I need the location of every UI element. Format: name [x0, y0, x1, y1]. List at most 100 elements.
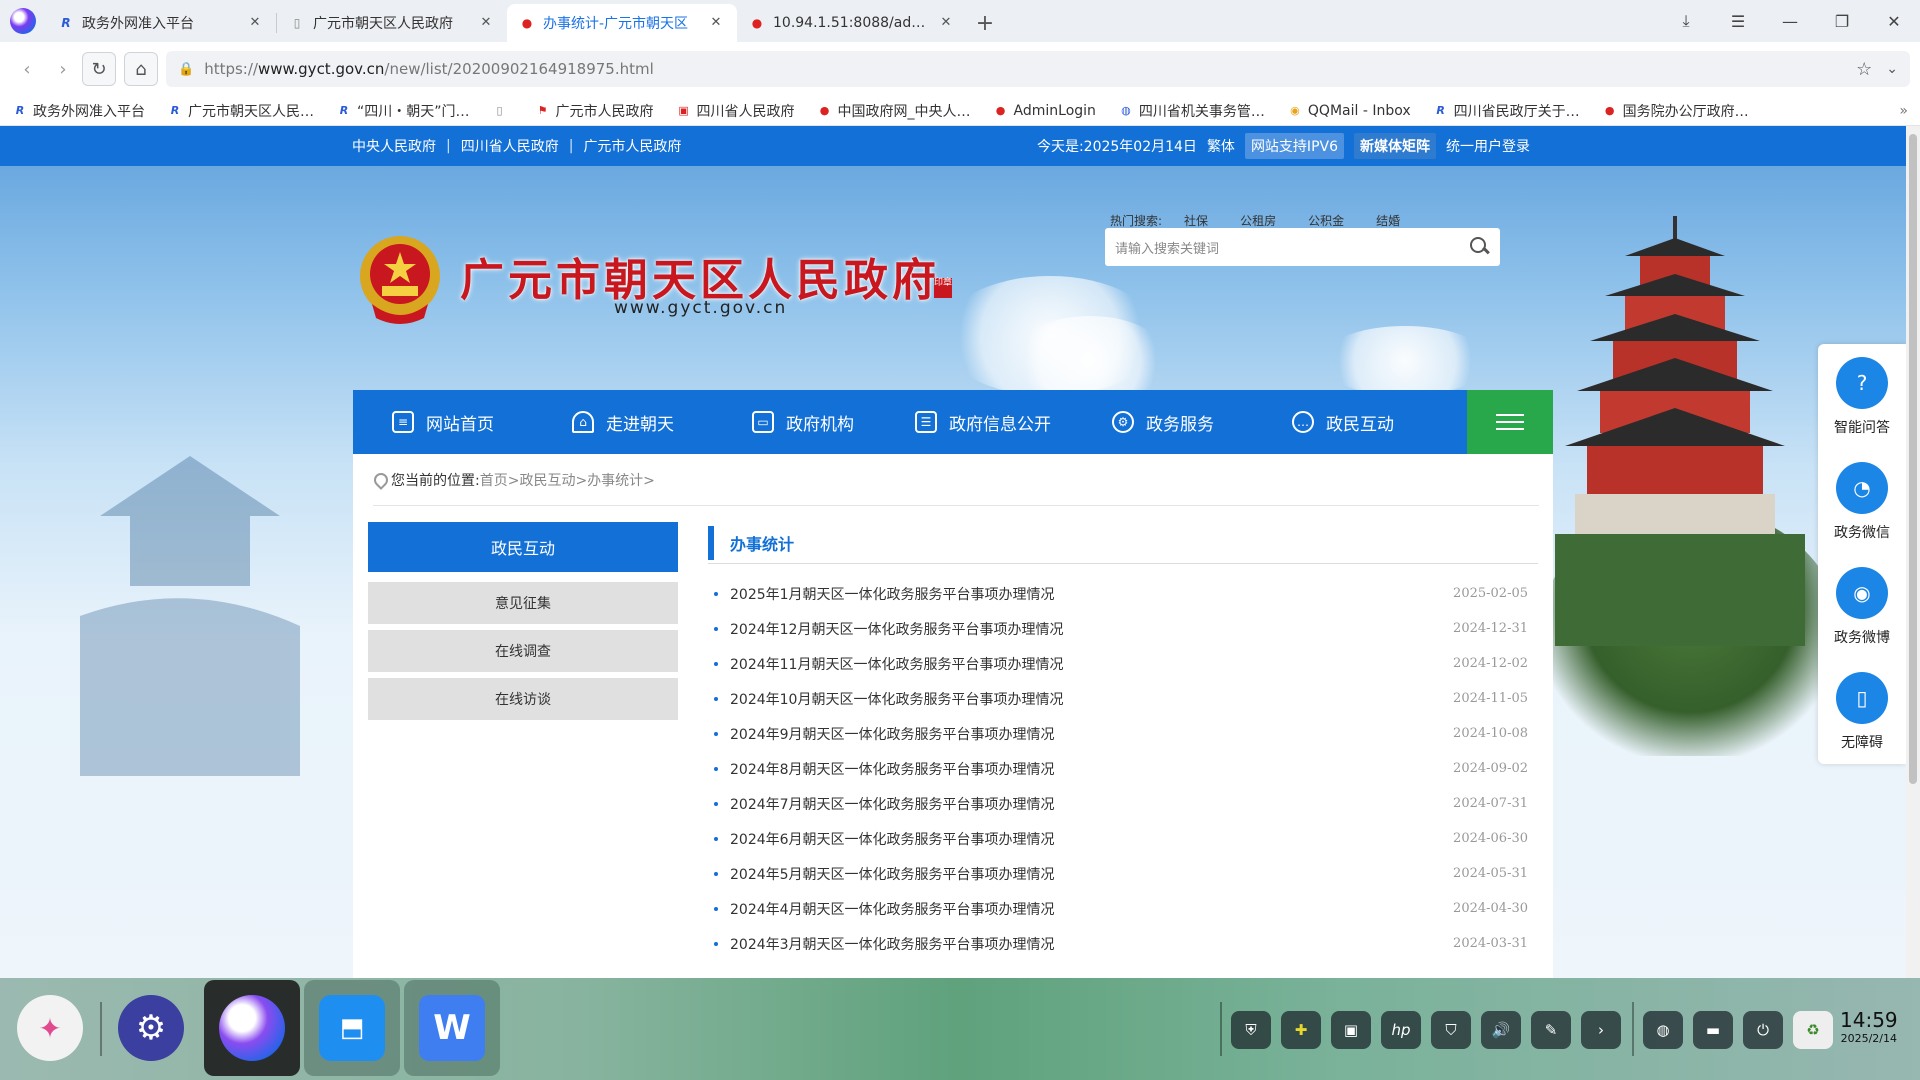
page-scrollbar[interactable]: [1906, 126, 1920, 978]
hot-term[interactable]: 社保: [1184, 212, 1208, 229]
back-icon[interactable]: ‹: [10, 52, 44, 86]
download-icon[interactable]: ⤓: [1660, 11, 1712, 31]
input-method-icon[interactable]: ✚: [1281, 1011, 1321, 1049]
list-item[interactable]: 2024年10月朝天区一体化政务服务平台事项办理情况 2024-11-05: [708, 681, 1538, 716]
browser-logo-icon[interactable]: [0, 0, 46, 42]
article-title[interactable]: 2024年12月朝天区一体化政务服务平台事项办理情况: [730, 619, 1453, 639]
reload-icon[interactable]: ↻: [82, 52, 116, 86]
shield-icon[interactable]: ⛉: [1431, 1011, 1471, 1049]
trash-icon[interactable]: ♻: [1793, 1011, 1833, 1049]
hot-term[interactable]: 公积金: [1308, 212, 1344, 229]
search-icon[interactable]: [1468, 236, 1490, 258]
list-item[interactable]: 2024年4月朝天区一体化政务服务平台事项办理情况 2024-04-30: [708, 891, 1538, 926]
link-central-gov[interactable]: 中央人民政府: [352, 136, 436, 156]
hot-term[interactable]: 公租房: [1240, 212, 1276, 229]
bookmark-star-icon[interactable]: ☆: [1856, 59, 1872, 80]
user-login-link[interactable]: 统一用户登录: [1446, 136, 1530, 156]
network-globe-icon[interactable]: ◍: [1643, 1011, 1683, 1049]
app-tray-icon[interactable]: ▣: [1331, 1011, 1371, 1049]
nav-about[interactable]: ⌂ 走进朝天: [533, 390, 713, 454]
list-item[interactable]: 2024年9月朝天区一体化政务服务平台事项办理情况 2024-10-08: [708, 716, 1538, 751]
home-icon[interactable]: ⌂: [124, 52, 158, 86]
article-title[interactable]: 2024年11月朝天区一体化政务服务平台事项办理情况: [730, 654, 1453, 674]
float-item-weibo[interactable]: ◉ 政务微博: [1818, 554, 1906, 659]
minimize-icon[interactable]: —: [1764, 12, 1816, 31]
article-title[interactable]: 2024年7月朝天区一体化政务服务平台事项办理情况: [730, 794, 1453, 814]
security-shield-icon[interactable]: ⛨: [1231, 1011, 1271, 1049]
bookmark-item[interactable]: ● AdminLogin: [993, 103, 1096, 119]
close-icon[interactable]: ✕: [477, 14, 495, 32]
search-input[interactable]: 请输入搜索关键词: [1115, 238, 1468, 257]
article-title[interactable]: 2024年3月朝天区一体化政务服务平台事项办理情况: [730, 934, 1453, 954]
list-item[interactable]: 2024年6月朝天区一体化政务服务平台事项办理情况 2024-06-30: [708, 821, 1538, 856]
breadcrumb-path[interactable]: 首页>政民互动>办事统计>: [480, 470, 655, 490]
dock-app-wps-writer[interactable]: W: [404, 980, 500, 1076]
bookmark-item[interactable]: R “四川・朝天”门…: [336, 101, 470, 121]
article-title[interactable]: 2024年6月朝天区一体化政务服务平台事项办理情况: [730, 829, 1453, 849]
nav-home[interactable]: ≡ 网站首页: [353, 390, 533, 454]
hamburger-menu-icon[interactable]: [1467, 390, 1553, 454]
launcher-button[interactable]: ✦: [2, 980, 98, 1076]
list-item[interactable]: 2024年7月朝天区一体化政务服务平台事项办理情况 2024-07-31: [708, 786, 1538, 821]
national-emblem-icon[interactable]: [358, 234, 442, 324]
float-item-accessibility[interactable]: ▯ 无障碍: [1818, 659, 1906, 764]
list-item[interactable]: 2024年5月朝天区一体化政务服务平台事项办理情况 2024-05-31: [708, 856, 1538, 891]
keyboard-icon[interactable]: ▬: [1693, 1011, 1733, 1049]
link-sichuan-gov[interactable]: 四川省人民政府: [461, 136, 559, 156]
bookmark-item[interactable]: ⚑ 广元市人民政府: [535, 101, 654, 121]
article-title[interactable]: 2024年8月朝天区一体化政务服务平台事项办理情况: [730, 759, 1453, 779]
bookmark-item[interactable]: ● 中国政府网_中央人…: [817, 101, 971, 121]
bookmark-item[interactable]: R 广元市朝天区人民…: [167, 101, 314, 121]
article-title[interactable]: 2025年1月朝天区一体化政务服务平台事项办理情况: [730, 584, 1453, 604]
sidebar-item-opinions[interactable]: 意见征集: [368, 582, 678, 624]
list-item[interactable]: 2025年1月朝天区一体化政务服务平台事项办理情况 2025-02-05: [708, 576, 1538, 611]
volume-icon[interactable]: 🔊: [1481, 1011, 1521, 1049]
article-title[interactable]: 2024年4月朝天区一体化政务服务平台事项办理情况: [730, 899, 1453, 919]
close-icon[interactable]: ✕: [937, 14, 955, 32]
bookmark-item[interactable]: ▣ 四川省人民政府: [676, 101, 794, 121]
tab-4[interactable]: ● 10.94.1.51:8088/admin ✕: [737, 4, 967, 42]
list-item[interactable]: 2024年12月朝天区一体化政务服务平台事项办理情况 2024-12-31: [708, 611, 1538, 646]
close-icon[interactable]: ✕: [707, 14, 725, 32]
bookmark-item[interactable]: R 政务外网准入平台: [12, 101, 145, 121]
tab-1[interactable]: R 政务外网准入平台 ✕: [46, 4, 276, 42]
sidebar-heading[interactable]: 政民互动: [368, 522, 678, 572]
chevron-down-icon[interactable]: ⌄: [1886, 61, 1898, 77]
dock-app-files[interactable]: ⬒: [304, 980, 400, 1076]
close-window-icon[interactable]: ✕: [1868, 12, 1920, 31]
nav-agencies[interactable]: ▭ 政府机构: [713, 390, 893, 454]
list-item[interactable]: 2024年11月朝天区一体化政务服务平台事项办理情况 2024-12-02: [708, 646, 1538, 681]
article-title[interactable]: 2024年10月朝天区一体化政务服务平台事项办理情况: [730, 689, 1453, 709]
dock-app-browser[interactable]: [204, 980, 300, 1076]
tab-2[interactable]: ▯ 广元市朝天区人民政府 ✕: [277, 4, 507, 42]
new-tab-button[interactable]: +: [967, 4, 1003, 42]
bookmark-item[interactable]: ◉ QQMail - Inbox: [1287, 103, 1411, 119]
bookmark-item[interactable]: ◍ 四川省机关事务管…: [1118, 101, 1265, 121]
dock-app-settings[interactable]: ⚙: [103, 980, 199, 1076]
bookmark-item[interactable]: R 四川省民政厅关于…: [1433, 101, 1579, 121]
chevron-right-icon[interactable]: ›: [1581, 1011, 1621, 1049]
restore-icon[interactable]: ❐: [1816, 12, 1868, 31]
bookmarks-overflow-button[interactable]: »: [1899, 103, 1908, 119]
float-item-wechat[interactable]: ◔ 政务微信: [1818, 449, 1906, 554]
site-search-box[interactable]: 请输入搜索关键词: [1105, 228, 1500, 266]
traditional-chinese-link[interactable]: 繁体: [1207, 136, 1235, 156]
nav-info-disclosure[interactable]: ☰ 政府信息公开: [893, 390, 1073, 454]
close-icon[interactable]: ✕: [246, 14, 264, 32]
bookmark-item[interactable]: ● 国务院办公厅政府…: [1602, 101, 1749, 121]
sidebar-item-survey[interactable]: 在线调查: [368, 630, 678, 672]
system-clock[interactable]: 14:59 2025/2/14: [1840, 1008, 1898, 1045]
new-media-button[interactable]: 新媒体矩阵: [1354, 133, 1436, 159]
float-item-qa[interactable]: ? 智能问答: [1818, 344, 1906, 449]
tab-3-active[interactable]: ● 办事统计-广元市朝天区 ✕: [507, 4, 737, 42]
link-guangyuan-gov[interactable]: 广元市人民政府: [583, 136, 681, 156]
power-icon[interactable]: ⏻: [1743, 1011, 1783, 1049]
url-field[interactable]: 🔒 https://www.gyct.gov.cn/new/list/20200…: [166, 51, 1910, 87]
list-item[interactable]: 2024年3月朝天区一体化政务服务平台事项办理情况 2024-03-31: [708, 926, 1538, 961]
nav-interaction[interactable]: … 政民互动: [1253, 390, 1433, 454]
ipv6-badge[interactable]: 网站支持IPV6: [1244, 133, 1344, 159]
menu-icon[interactable]: ☰: [1712, 12, 1764, 31]
list-item[interactable]: 2024年8月朝天区一体化政务服务平台事项办理情况 2024-09-02: [708, 751, 1538, 786]
bookmark-item[interactable]: ▯: [492, 103, 513, 119]
article-title[interactable]: 2024年9月朝天区一体化政务服务平台事项办理情况: [730, 724, 1453, 744]
